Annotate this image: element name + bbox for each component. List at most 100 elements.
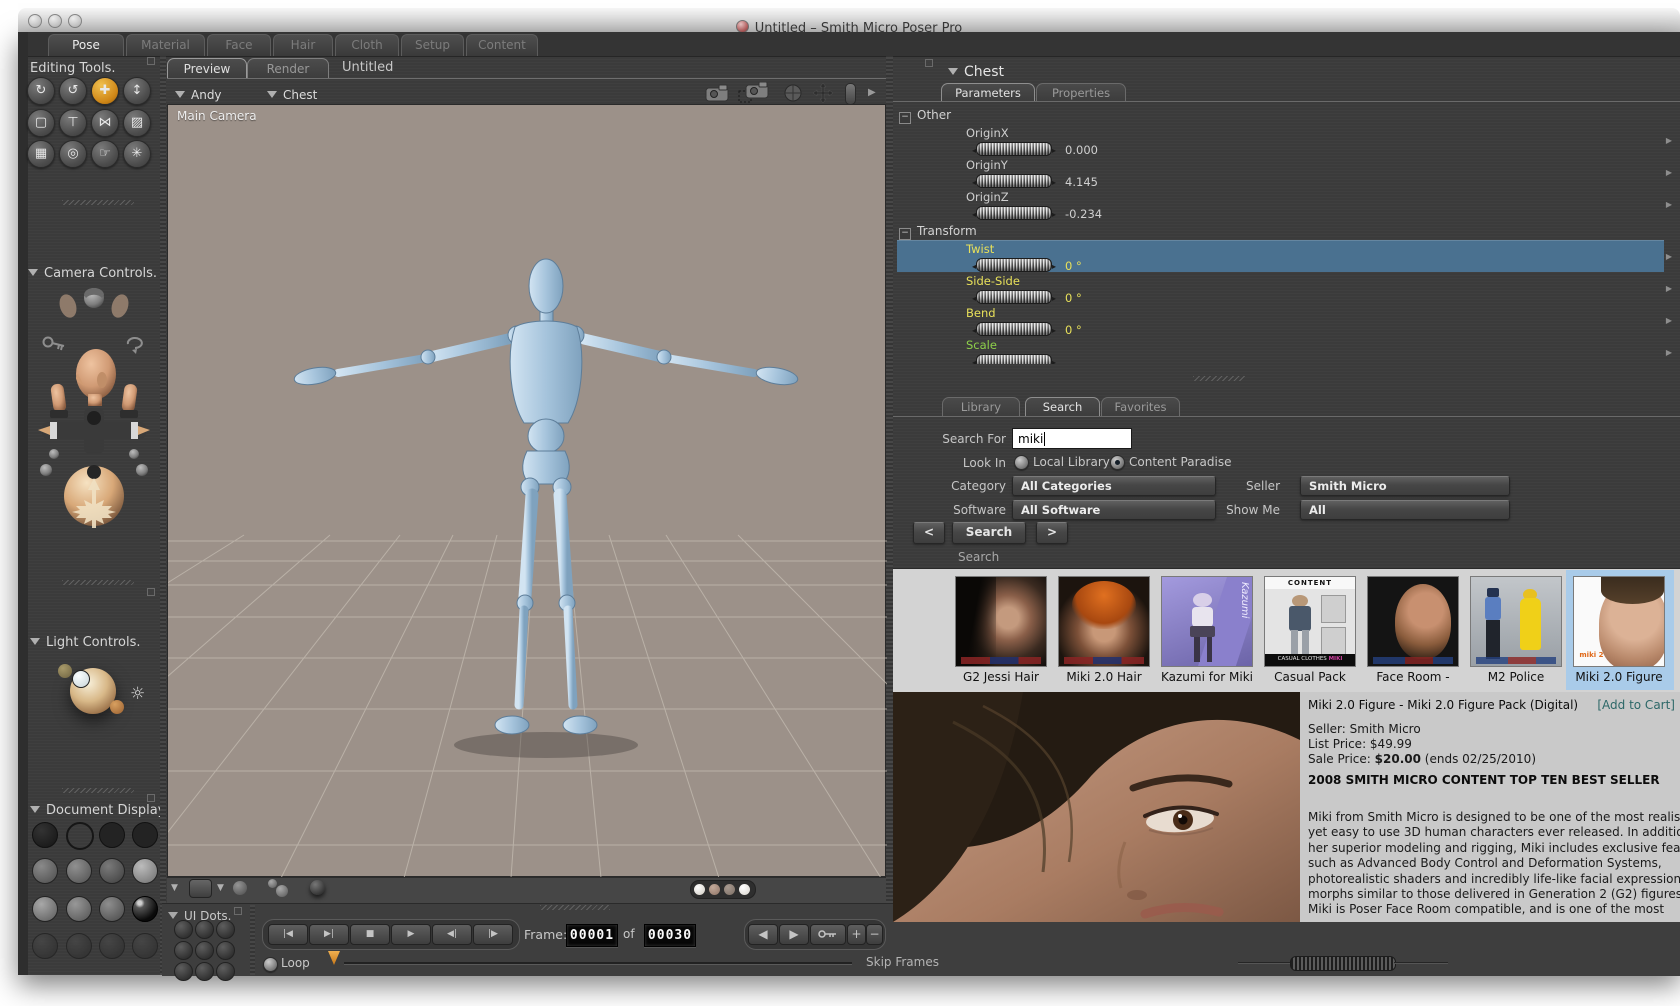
sun-icon[interactable]: ☼ xyxy=(130,684,145,704)
chain-break-tool-icon[interactable]: ⋈ xyxy=(91,109,119,137)
tab-favorites[interactable]: Favorites xyxy=(1101,397,1180,417)
room-tab-material[interactable]: Material xyxy=(126,34,205,56)
room-tab-cloth[interactable]: Cloth xyxy=(335,34,399,56)
show-me-dropdown[interactable]: All xyxy=(1300,500,1510,520)
param-options-arrow-icon[interactable]: ▶ xyxy=(1666,168,1672,177)
frame-current-counter[interactable]: 00001 xyxy=(566,924,618,947)
parameters-panel-widget[interactable] xyxy=(925,59,933,67)
rotate-tool-icon[interactable]: ↻ xyxy=(27,77,55,105)
display-icon-overflow[interactable] xyxy=(132,933,158,959)
silhouette-display-icon[interactable] xyxy=(32,822,58,848)
tab-library[interactable]: Library xyxy=(942,397,1020,417)
camera-name-label[interactable]: Main Camera xyxy=(177,109,257,123)
dial-right-arrow-icon[interactable]: ▸ xyxy=(1052,326,1056,335)
param-row-originz[interactable]: OriginZ ◂ ▸ -0.234 ▶ xyxy=(897,188,1672,221)
param-dial[interactable] xyxy=(976,142,1053,156)
translate-in-out-tool-icon[interactable]: ↕ xyxy=(123,77,151,105)
library-divider-grip[interactable] xyxy=(1193,376,1245,381)
tracking-menu-icon[interactable]: ▼ xyxy=(217,883,224,893)
light-controls-panel-widget[interactable] xyxy=(147,588,155,596)
param-options-arrow-icon[interactable]: ▶ xyxy=(1666,316,1672,325)
room-tab-hair[interactable]: Hair xyxy=(273,34,333,56)
camera-controls-widget[interactable] xyxy=(28,282,160,530)
dial-right-arrow-icon[interactable]: ▸ xyxy=(1052,358,1056,364)
ui-dot[interactable] xyxy=(195,920,214,939)
mode-dot-1[interactable] xyxy=(694,884,705,895)
tab-properties[interactable]: Properties xyxy=(1036,83,1126,102)
color-tool-icon[interactable]: ▨ xyxy=(123,109,151,137)
room-tab-face[interactable]: Face xyxy=(207,34,271,56)
display-icon-overflow[interactable] xyxy=(32,933,58,959)
light-controls-header[interactable]: Light Controls. xyxy=(30,631,140,650)
software-dropdown[interactable]: All Software xyxy=(1012,500,1216,520)
scale-tool-icon[interactable]: ▢ xyxy=(27,109,55,137)
param-dial[interactable] xyxy=(976,354,1053,364)
trackball-icon[interactable] xyxy=(784,84,802,102)
morphing-tool-tool-icon[interactable]: ▦ xyxy=(27,140,55,168)
result-thumb-6[interactable] xyxy=(1470,576,1562,667)
twist-tool-icon[interactable]: ↺ xyxy=(59,77,87,105)
translate-pull-tool-icon[interactable]: ✚ xyxy=(91,77,119,105)
multi-sphere-icon[interactable] xyxy=(268,879,277,888)
flat-shaded-display-icon[interactable] xyxy=(66,858,92,884)
dial-right-arrow-icon[interactable]: ▸ xyxy=(1052,146,1056,155)
sidebar-splitter[interactable] xyxy=(160,56,166,975)
result-label-5[interactable]: Face Room - xyxy=(1361,670,1465,686)
figure-menu[interactable]: Andy xyxy=(175,84,222,103)
drawer-drag-handle[interactable] xyxy=(1290,956,1396,971)
ui-dot[interactable] xyxy=(174,941,193,960)
param-dial[interactable] xyxy=(976,322,1053,336)
dial-right-arrow-icon[interactable]: ▸ xyxy=(1052,294,1056,303)
panel-divider[interactable] xyxy=(62,200,134,205)
mode-dot-2[interactable] xyxy=(709,884,720,895)
tracking-ball-icon[interactable] xyxy=(233,881,247,895)
light-indicator-1[interactable] xyxy=(58,664,72,678)
step-forward-button[interactable]: |▶ xyxy=(473,924,513,945)
param-options-arrow-icon[interactable]: ▶ xyxy=(1666,284,1672,293)
loop-radio[interactable] xyxy=(263,957,278,972)
editing-tools-panel-widget[interactable] xyxy=(147,57,155,65)
search-input[interactable]: miki xyxy=(1012,428,1132,449)
light-indicator-2[interactable] xyxy=(72,670,90,688)
collapse-box-icon[interactable]: − xyxy=(899,228,911,240)
actor-header[interactable]: Chest xyxy=(948,61,1004,80)
view-magnifier-tool-icon[interactable]: ✳ xyxy=(123,140,151,168)
param-row-originx[interactable]: OriginX ◂ ▸ 0.000 ▶ xyxy=(897,124,1672,157)
ui-dot[interactable] xyxy=(216,941,235,960)
result-label-6[interactable]: M2 Police xyxy=(1464,670,1568,686)
actor-menu[interactable]: Chest xyxy=(267,84,317,103)
grouping-tool-tool-icon[interactable]: ☞ xyxy=(91,140,119,168)
skip-frames-label[interactable]: Skip Frames xyxy=(866,955,939,969)
camera-flyaround-icon[interactable] xyxy=(704,84,730,102)
seller-dropdown[interactable]: Smith Micro xyxy=(1300,476,1510,496)
play-button[interactable]: ▶ xyxy=(391,924,431,945)
taper-tool-icon[interactable]: ⊤ xyxy=(59,109,87,137)
panel-scroll-arrow-icon[interactable]: ▶ xyxy=(868,87,876,98)
result-label-4[interactable]: Casual Pack xyxy=(1258,670,1362,686)
mode-dot-4[interactable] xyxy=(739,884,750,895)
translate-axis-icon[interactable] xyxy=(812,82,834,104)
go-to-end-button[interactable]: ▶| xyxy=(309,924,349,945)
dial-right-arrow-icon[interactable]: ▸ xyxy=(1052,210,1056,219)
right-panel-splitter[interactable] xyxy=(886,56,893,975)
display-icon-overflow[interactable] xyxy=(66,933,92,959)
ui-dot[interactable] xyxy=(174,920,193,939)
stop-button[interactable]: ■ xyxy=(350,924,390,945)
prev-results-button[interactable]: < xyxy=(913,522,945,544)
zoom-tool-tool-icon[interactable]: ◎ xyxy=(59,140,87,168)
timeline-slider[interactable] xyxy=(344,962,852,965)
tab-parameters[interactable]: Parameters xyxy=(941,83,1035,102)
result-thumb-4[interactable]: CONTENT CASUAL CLOTHES MIKI xyxy=(1264,576,1356,667)
ui-dot[interactable] xyxy=(216,920,235,939)
wireframe-display-icon[interactable] xyxy=(99,822,125,848)
full-render-display-icon[interactable] xyxy=(132,896,158,922)
smooth-lined-display-icon[interactable] xyxy=(32,896,58,922)
param-dial[interactable] xyxy=(976,290,1053,304)
mode-dot-3[interactable] xyxy=(724,884,735,895)
panel-divider[interactable] xyxy=(62,580,134,585)
cartoon-display-icon[interactable] xyxy=(66,896,92,922)
radio-content-paradise-label[interactable]: Content Paradise xyxy=(1129,455,1231,469)
param-options-arrow-icon[interactable]: ▶ xyxy=(1666,348,1672,357)
result-thumb-3[interactable]: Kazumi xyxy=(1161,576,1253,667)
room-tab-setup[interactable]: Setup xyxy=(401,34,464,56)
